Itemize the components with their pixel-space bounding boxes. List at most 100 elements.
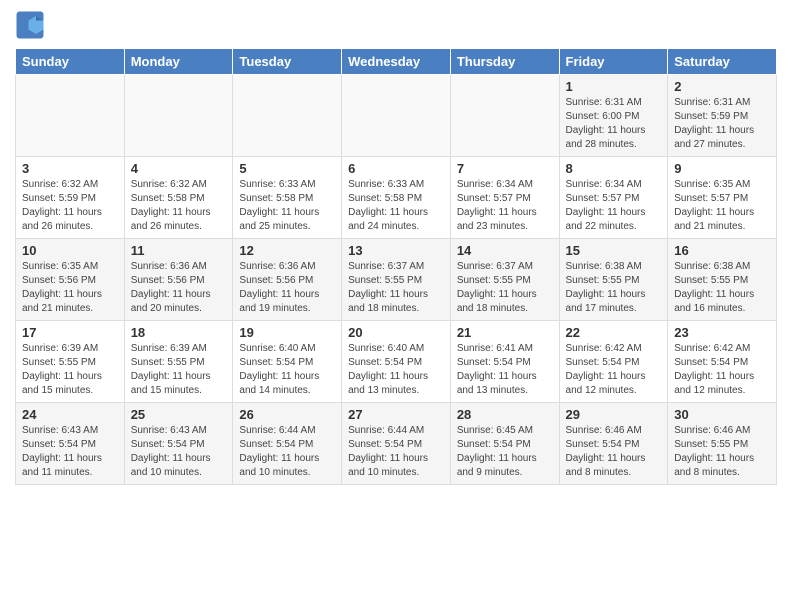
- week-row-3: 17Sunrise: 6:39 AM Sunset: 5:55 PM Dayli…: [16, 321, 777, 403]
- calendar-cell: 28 Sunrise: 6:45 AM Sunset: 5:54 PM Dayli…: [450, 403, 559, 485]
- calendar-cell: 3Sunrise: 6:32 AM Sunset: 5:59 PM Daylig…: [16, 157, 125, 239]
- day-info: Sunrise: 6:44 AM Sunset: 5:54 PM Dayligh…: [239, 424, 335, 480]
- day-info: Sunrise: 6:40 AM Sunset: 5:54 PM Dayligh…: [348, 342, 444, 398]
- calendar-cell: 2 Sunrise: 6:31 AM Sunset: 5:59 PM Daylig…: [668, 75, 777, 157]
- day-number: 1: [566, 79, 662, 94]
- col-header-sunday: Sunday: [16, 49, 125, 75]
- calendar-cell: 8 Sunrise: 6:34 AM Sunset: 5:57 PM Daylig…: [559, 157, 668, 239]
- calendar-cell: 24 Sunrise: 6:43 AM Sunset: 5:54 PM Dayli…: [16, 403, 125, 485]
- col-header-friday: Friday: [559, 49, 668, 75]
- day-info: Sunrise: 6:36 AM Sunset: 5:56 PM Dayligh…: [239, 260, 335, 316]
- calendar-cell: 6 Sunrise: 6:33 AM Sunset: 5:58 PM Daylig…: [342, 157, 451, 239]
- calendar-cell: 20Sunrise: 6:40 AM Sunset: 5:54 PM Dayli…: [342, 321, 451, 403]
- day-number: 21: [457, 325, 553, 340]
- col-header-saturday: Saturday: [668, 49, 777, 75]
- week-row-2: 10 Sunrise: 6:35 AM Sunset: 5:56 PM Dayli…: [16, 239, 777, 321]
- day-info: Sunrise: 6:46 AM Sunset: 5:55 PM Dayligh…: [674, 424, 770, 480]
- calendar-cell: 22 Sunrise: 6:42 AM Sunset: 5:54 PM Dayli…: [559, 321, 668, 403]
- day-number: 10: [22, 243, 118, 258]
- calendar-cell: 18 Sunrise: 6:39 AM Sunset: 5:55 PM Dayli…: [124, 321, 233, 403]
- calendar-cell: 26 Sunrise: 6:44 AM Sunset: 5:54 PM Dayli…: [233, 403, 342, 485]
- header: [15, 10, 777, 40]
- logo: [15, 10, 49, 40]
- day-info: Sunrise: 6:39 AM Sunset: 5:55 PM Dayligh…: [131, 342, 227, 398]
- week-row-0: 1 Sunrise: 6:31 AM Sunset: 6:00 PM Daylig…: [16, 75, 777, 157]
- day-number: 23: [674, 325, 770, 340]
- day-info: Sunrise: 6:37 AM Sunset: 5:55 PM Dayligh…: [348, 260, 444, 316]
- day-number: 6: [348, 161, 444, 176]
- day-number: 19: [239, 325, 335, 340]
- col-header-wednesday: Wednesday: [342, 49, 451, 75]
- day-info: Sunrise: 6:35 AM Sunset: 5:56 PM Dayligh…: [22, 260, 118, 316]
- day-number: 15: [566, 243, 662, 258]
- day-info: Sunrise: 6:37 AM Sunset: 5:55 PM Dayligh…: [457, 260, 553, 316]
- calendar-cell: 19 Sunrise: 6:40 AM Sunset: 5:54 PM Dayli…: [233, 321, 342, 403]
- day-info: Sunrise: 6:40 AM Sunset: 5:54 PM Dayligh…: [239, 342, 335, 398]
- day-number: 5: [239, 161, 335, 176]
- day-info: Sunrise: 6:31 AM Sunset: 6:00 PM Dayligh…: [566, 96, 662, 152]
- day-number: 26: [239, 407, 335, 422]
- day-info: Sunrise: 6:34 AM Sunset: 5:57 PM Dayligh…: [457, 178, 553, 234]
- day-number: 9: [674, 161, 770, 176]
- col-header-monday: Monday: [124, 49, 233, 75]
- day-info: Sunrise: 6:32 AM Sunset: 5:58 PM Dayligh…: [131, 178, 227, 234]
- calendar-cell: 9 Sunrise: 6:35 AM Sunset: 5:57 PM Daylig…: [668, 157, 777, 239]
- day-info: Sunrise: 6:33 AM Sunset: 5:58 PM Dayligh…: [239, 178, 335, 234]
- day-number: 18: [131, 325, 227, 340]
- day-info: Sunrise: 6:39 AM Sunset: 5:55 PM Dayligh…: [22, 342, 118, 398]
- day-number: 2: [674, 79, 770, 94]
- calendar-cell: 21 Sunrise: 6:41 AM Sunset: 5:54 PM Dayli…: [450, 321, 559, 403]
- calendar-cell: 5 Sunrise: 6:33 AM Sunset: 5:58 PM Daylig…: [233, 157, 342, 239]
- day-number: 8: [566, 161, 662, 176]
- day-number: 14: [457, 243, 553, 258]
- day-info: Sunrise: 6:31 AM Sunset: 5:59 PM Dayligh…: [674, 96, 770, 152]
- calendar-cell: [16, 75, 125, 157]
- week-row-4: 24 Sunrise: 6:43 AM Sunset: 5:54 PM Dayli…: [16, 403, 777, 485]
- day-number: 7: [457, 161, 553, 176]
- calendar-cell: 10 Sunrise: 6:35 AM Sunset: 5:56 PM Dayli…: [16, 239, 125, 321]
- logo-icon: [15, 10, 45, 40]
- day-info: Sunrise: 6:41 AM Sunset: 5:54 PM Dayligh…: [457, 342, 553, 398]
- calendar-cell: [342, 75, 451, 157]
- calendar-cell: 12 Sunrise: 6:36 AM Sunset: 5:56 PM Dayli…: [233, 239, 342, 321]
- day-info: Sunrise: 6:34 AM Sunset: 5:57 PM Dayligh…: [566, 178, 662, 234]
- day-number: 22: [566, 325, 662, 340]
- day-info: Sunrise: 6:36 AM Sunset: 5:56 PM Dayligh…: [131, 260, 227, 316]
- calendar-cell: [124, 75, 233, 157]
- day-info: Sunrise: 6:33 AM Sunset: 5:58 PM Dayligh…: [348, 178, 444, 234]
- calendar-cell: 13Sunrise: 6:37 AM Sunset: 5:55 PM Dayli…: [342, 239, 451, 321]
- calendar-cell: [233, 75, 342, 157]
- calendar-cell: 30 Sunrise: 6:46 AM Sunset: 5:55 PM Dayli…: [668, 403, 777, 485]
- day-number: 16: [674, 243, 770, 258]
- day-info: Sunrise: 6:38 AM Sunset: 5:55 PM Dayligh…: [566, 260, 662, 316]
- day-info: Sunrise: 6:46 AM Sunset: 5:54 PM Dayligh…: [566, 424, 662, 480]
- day-number: 28: [457, 407, 553, 422]
- day-info: Sunrise: 6:44 AM Sunset: 5:54 PM Dayligh…: [348, 424, 444, 480]
- calendar-cell: 4 Sunrise: 6:32 AM Sunset: 5:58 PM Daylig…: [124, 157, 233, 239]
- calendar-cell: 11 Sunrise: 6:36 AM Sunset: 5:56 PM Dayli…: [124, 239, 233, 321]
- day-number: 11: [131, 243, 227, 258]
- calendar-cell: 23 Sunrise: 6:42 AM Sunset: 5:54 PM Dayli…: [668, 321, 777, 403]
- day-info: Sunrise: 6:42 AM Sunset: 5:54 PM Dayligh…: [566, 342, 662, 398]
- day-info: Sunrise: 6:45 AM Sunset: 5:54 PM Dayligh…: [457, 424, 553, 480]
- day-number: 24: [22, 407, 118, 422]
- calendar-cell: 29Sunrise: 6:46 AM Sunset: 5:54 PM Dayli…: [559, 403, 668, 485]
- day-info: Sunrise: 6:35 AM Sunset: 5:57 PM Dayligh…: [674, 178, 770, 234]
- day-info: Sunrise: 6:32 AM Sunset: 5:59 PM Dayligh…: [22, 178, 118, 234]
- day-info: Sunrise: 6:38 AM Sunset: 5:55 PM Dayligh…: [674, 260, 770, 316]
- day-number: 12: [239, 243, 335, 258]
- calendar-cell: 15 Sunrise: 6:38 AM Sunset: 5:55 PM Dayli…: [559, 239, 668, 321]
- day-info: Sunrise: 6:43 AM Sunset: 5:54 PM Dayligh…: [131, 424, 227, 480]
- day-number: 30: [674, 407, 770, 422]
- calendar-cell: 1 Sunrise: 6:31 AM Sunset: 6:00 PM Daylig…: [559, 75, 668, 157]
- calendar-cell: 17Sunrise: 6:39 AM Sunset: 5:55 PM Dayli…: [16, 321, 125, 403]
- week-row-1: 3Sunrise: 6:32 AM Sunset: 5:59 PM Daylig…: [16, 157, 777, 239]
- calendar-cell: [450, 75, 559, 157]
- calendar-cell: 14 Sunrise: 6:37 AM Sunset: 5:55 PM Dayli…: [450, 239, 559, 321]
- calendar-cell: 16 Sunrise: 6:38 AM Sunset: 5:55 PM Dayli…: [668, 239, 777, 321]
- calendar-header-row: SundayMondayTuesdayWednesdayThursdayFrid…: [16, 49, 777, 75]
- day-info: Sunrise: 6:42 AM Sunset: 5:54 PM Dayligh…: [674, 342, 770, 398]
- day-info: Sunrise: 6:43 AM Sunset: 5:54 PM Dayligh…: [22, 424, 118, 480]
- day-number: 4: [131, 161, 227, 176]
- day-number: 27: [348, 407, 444, 422]
